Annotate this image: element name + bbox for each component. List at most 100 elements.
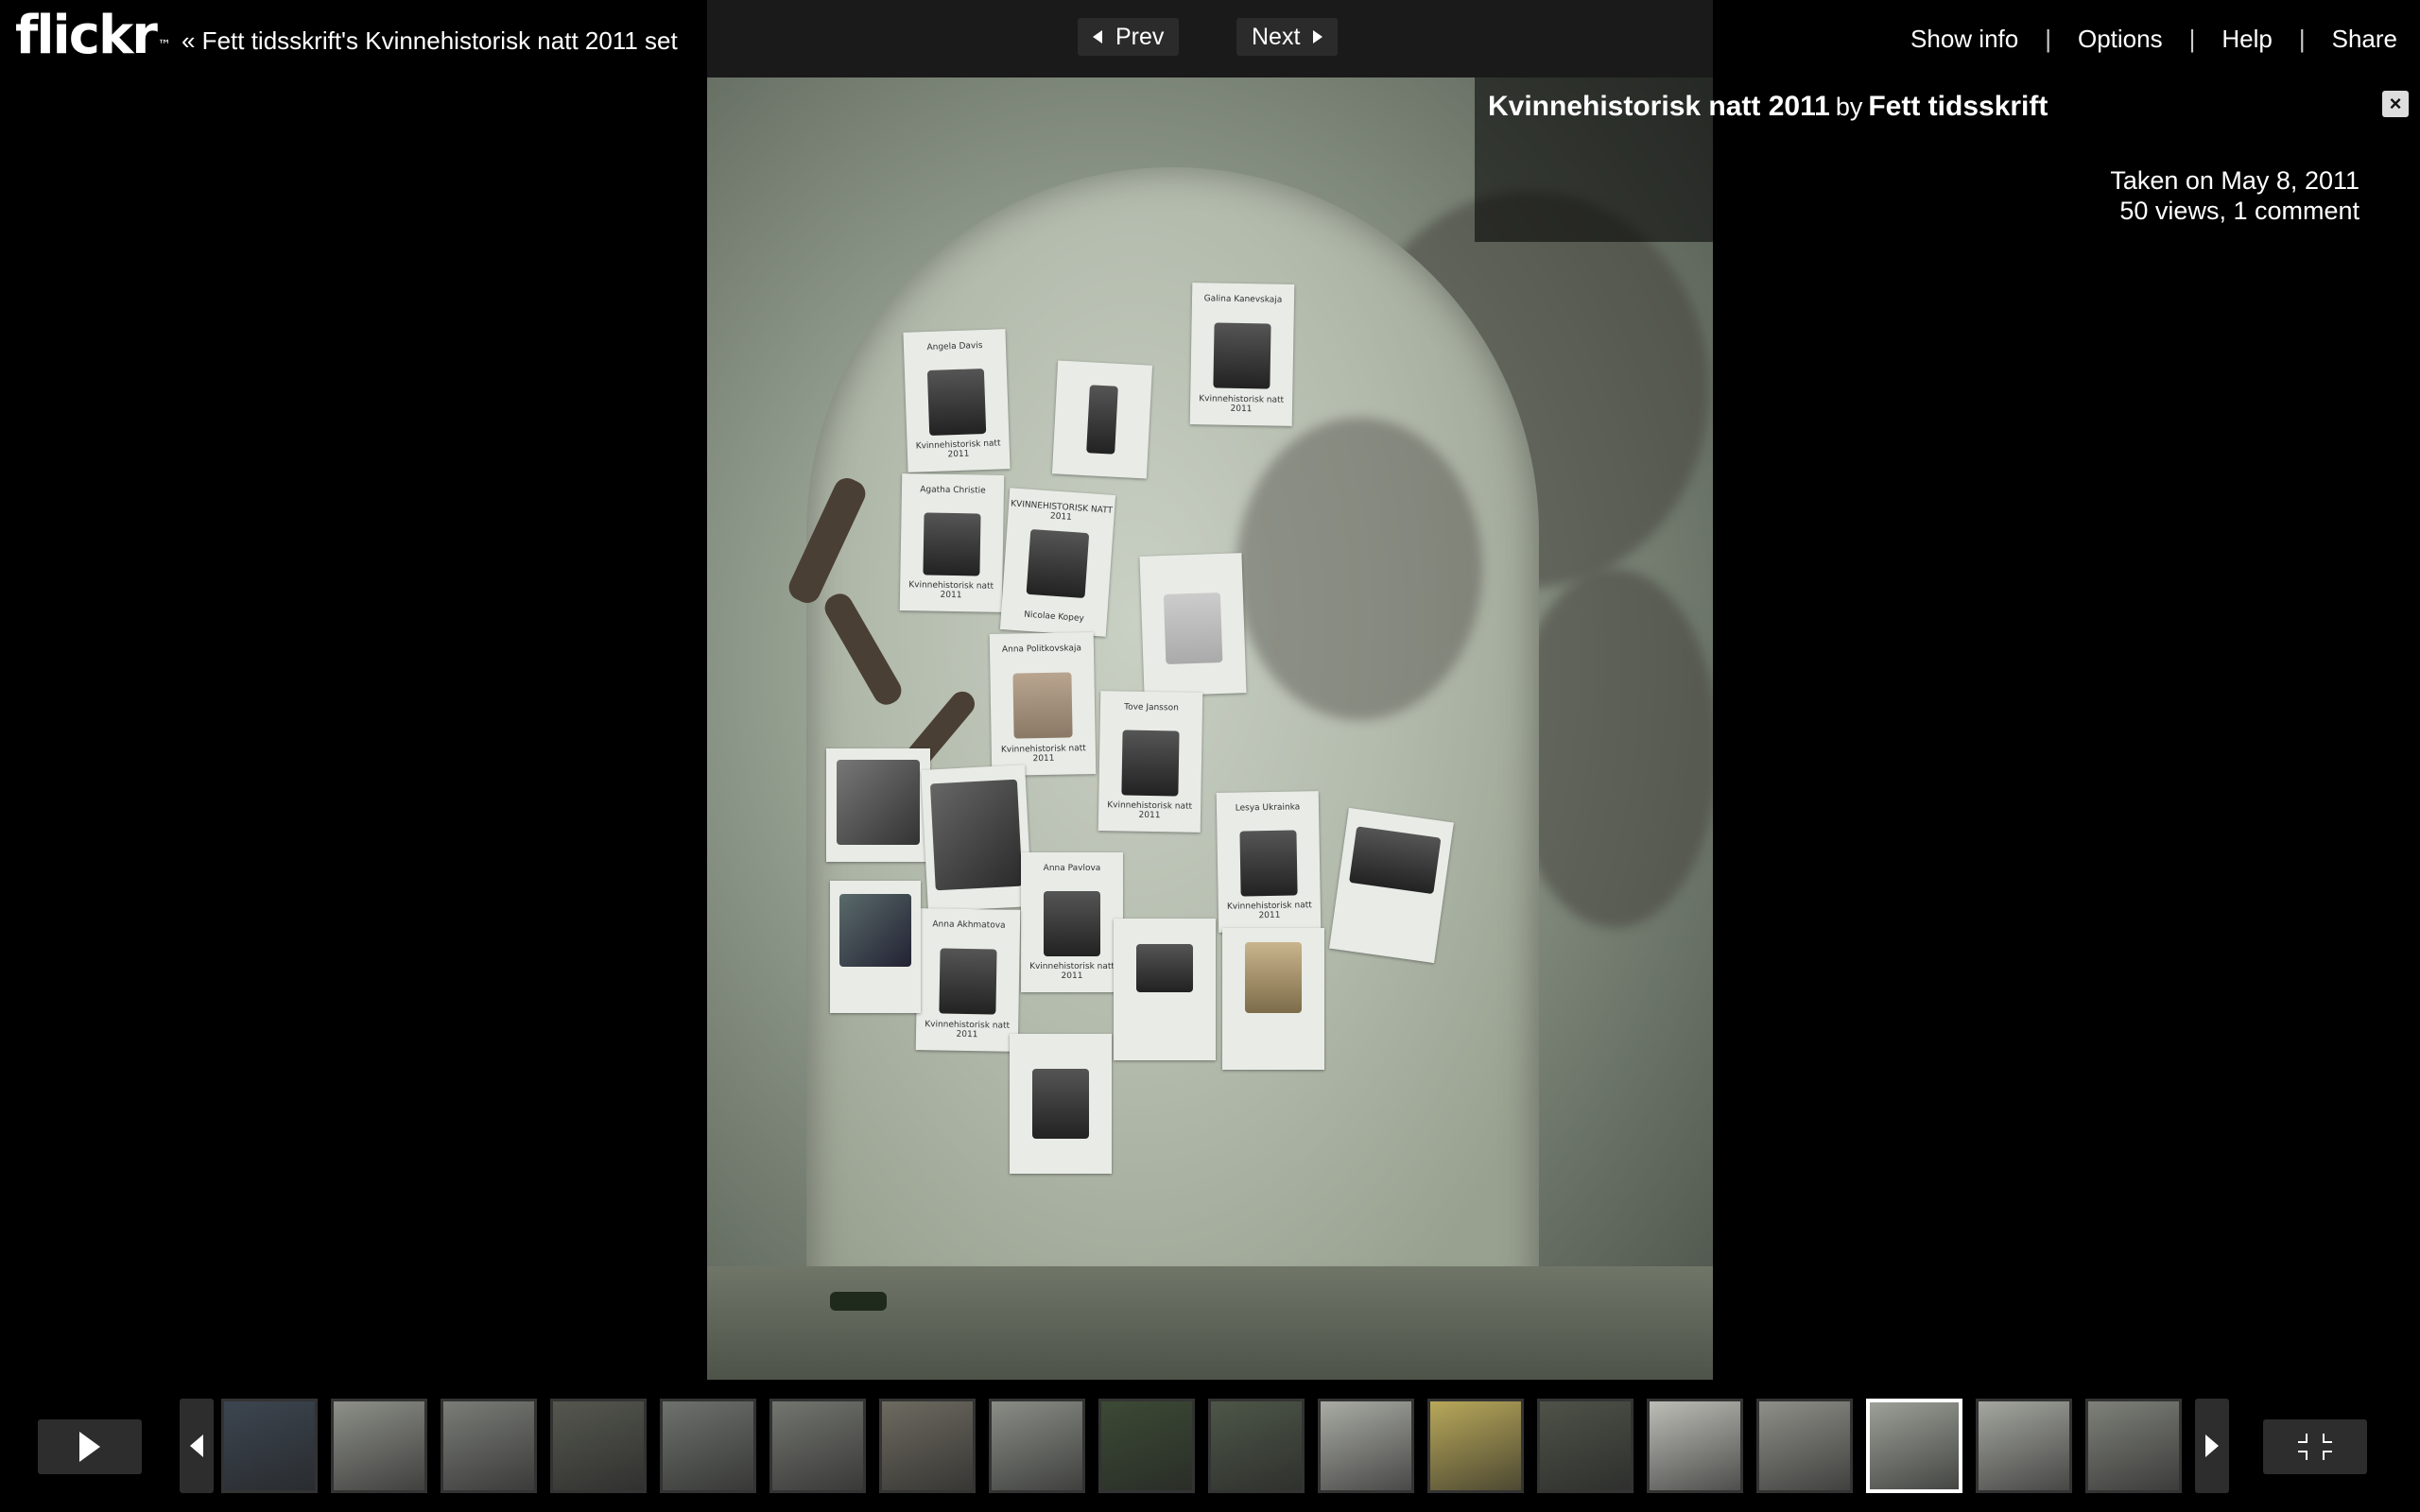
poster	[1139, 553, 1247, 696]
thumbnail[interactable]	[1098, 1399, 1195, 1493]
view-stats: 50 views, 1 comment	[2119, 197, 2360, 225]
thumbnail[interactable]	[660, 1399, 756, 1493]
thumbnail[interactable]	[221, 1399, 318, 1493]
bottle	[830, 1292, 887, 1311]
logo-trademark: ™	[157, 38, 171, 53]
portrait	[1244, 942, 1303, 1013]
close-info-button[interactable]: ×	[2382, 91, 2409, 117]
photo-meta: Taken on May 8, 2011 50 views, 1 comment	[2110, 165, 2360, 226]
main-photo[interactable]: Angela Davis Kvinnehistorisk natt 2011 Ga…	[707, 77, 1713, 1380]
poster-caption: Kvinnehistorisk natt 2011	[1226, 901, 1312, 921]
thumbnail[interactable]	[1866, 1399, 1962, 1493]
poster	[1114, 919, 1216, 1060]
poster-caption: Anna Pavlova	[1043, 863, 1101, 873]
portrait	[1031, 1069, 1090, 1139]
thumbnail[interactable]	[1208, 1399, 1305, 1493]
thumbnail-image	[334, 1401, 424, 1490]
thumbnail[interactable]	[441, 1399, 537, 1493]
back-to-set-link[interactable]: « Fett tidsskrift's Kvinnehistorisk natt…	[182, 26, 678, 56]
thumbnail-image	[2088, 1401, 2179, 1490]
wall-stain	[1511, 569, 1713, 928]
filmstrip-prev-button[interactable]	[180, 1399, 214, 1493]
thumbnail-image	[992, 1401, 1082, 1490]
flickr-logo[interactable]: flickr ™	[15, 6, 171, 66]
poster	[1051, 360, 1153, 479]
portrait	[1086, 385, 1118, 455]
poster-caption: Kvinnehistorisk natt 2011	[908, 580, 994, 601]
photo-title[interactable]: Kvinnehistorisk natt 2011	[1488, 91, 1830, 122]
owner-name[interactable]: Fett tidsskrift	[1868, 91, 2048, 122]
poster-caption: Anna Akhmatova	[932, 919, 1006, 931]
close-icon: ×	[2389, 92, 2402, 115]
thumbnail-image	[1540, 1401, 1631, 1490]
menu-separator: |	[2188, 25, 2196, 53]
thumbnail-image	[224, 1401, 315, 1490]
poster: Galina Kanevskaja Kvinnehistorisk natt 20…	[1189, 283, 1295, 426]
poster	[1222, 928, 1324, 1070]
poster-caption: Kvinnehistorisk natt 2011	[1000, 744, 1086, 765]
thumbnail[interactable]	[989, 1399, 1085, 1493]
thumbnail-image	[1759, 1401, 1850, 1490]
poster-caption: Kvinnehistorisk natt 2011	[1029, 962, 1115, 982]
thumbnail-image	[1430, 1401, 1521, 1490]
exit-fullscreen-button[interactable]	[2263, 1419, 2367, 1474]
prev-label: Prev	[1115, 23, 1165, 50]
thumbnail-image	[1321, 1401, 1411, 1490]
poster-caption: Kvinnehistorisk natt 2011	[915, 438, 1001, 460]
thumbnail-image	[882, 1401, 973, 1490]
menu-separator: |	[2045, 25, 2051, 53]
wall-stain	[1236, 418, 1482, 720]
poster: Tove Jansson Kvinnehistorisk natt 2011	[1098, 691, 1203, 833]
play-icon	[79, 1432, 100, 1462]
thumbnail[interactable]	[1976, 1399, 2072, 1493]
next-button[interactable]: Next	[1236, 18, 1339, 56]
ground	[707, 1266, 1713, 1380]
show-info-link[interactable]: Show info	[1910, 25, 2018, 54]
thumbnail[interactable]	[2085, 1399, 2182, 1493]
thumbnail[interactable]	[1537, 1399, 1634, 1493]
slideshow-play-button[interactable]	[38, 1419, 142, 1474]
thumbnail[interactable]	[550, 1399, 647, 1493]
caret-right-icon	[2205, 1435, 2219, 1457]
thumbnail[interactable]	[331, 1399, 427, 1493]
logo-text: flickr	[15, 5, 158, 66]
options-link[interactable]: Options	[2078, 25, 2163, 54]
thumbnail[interactable]	[1318, 1399, 1414, 1493]
poster	[830, 881, 921, 1013]
poster-caption: Lesya Ukrainka	[1235, 802, 1301, 814]
help-link[interactable]: Help	[2221, 25, 2272, 54]
by-label: by	[1835, 93, 1863, 121]
portrait	[923, 512, 981, 576]
top-menu: Show info | Options | Help | Share	[1910, 25, 2397, 54]
poster	[1010, 1034, 1112, 1174]
text-block	[1163, 593, 1223, 665]
portrait	[1135, 944, 1194, 992]
portrait	[1349, 826, 1442, 895]
filmstrip-next-button[interactable]	[2195, 1399, 2229, 1493]
thumbnail-image	[1650, 1401, 1740, 1490]
share-link[interactable]: Share	[2332, 25, 2397, 54]
thumbnail[interactable]	[769, 1399, 866, 1493]
thumbnail[interactable]	[1756, 1399, 1853, 1493]
poster: Anna Akhmatova Kvinnehistorisk natt 2011	[915, 908, 1021, 1052]
poster-caption: Kvinnehistorisk natt 2011	[925, 1020, 1011, 1040]
thumbnail[interactable]	[1427, 1399, 1524, 1493]
poster	[826, 748, 930, 862]
poster	[921, 765, 1032, 912]
thumbnail-list	[221, 1399, 2182, 1493]
portrait	[1213, 322, 1271, 389]
thumbnail-image	[553, 1401, 644, 1490]
thumbnail-image	[1870, 1402, 1959, 1489]
poster: Angela Davis Kvinnehistorisk natt 2011	[903, 329, 1011, 472]
thumbnail[interactable]	[1647, 1399, 1743, 1493]
caret-left-icon	[1093, 30, 1102, 43]
poster: Agatha Christie Kvinnehistorisk natt 2011	[899, 473, 1005, 612]
collapse-icon	[2298, 1434, 2332, 1460]
thumbnail[interactable]	[879, 1399, 976, 1493]
prev-button[interactable]: Prev	[1078, 18, 1180, 56]
next-label: Next	[1252, 23, 1301, 50]
portrait	[1043, 891, 1101, 956]
poster: Anna Pavlova Kvinnehistorisk natt 2011	[1021, 852, 1123, 992]
photo-print	[838, 894, 912, 967]
photo-print	[837, 760, 920, 845]
